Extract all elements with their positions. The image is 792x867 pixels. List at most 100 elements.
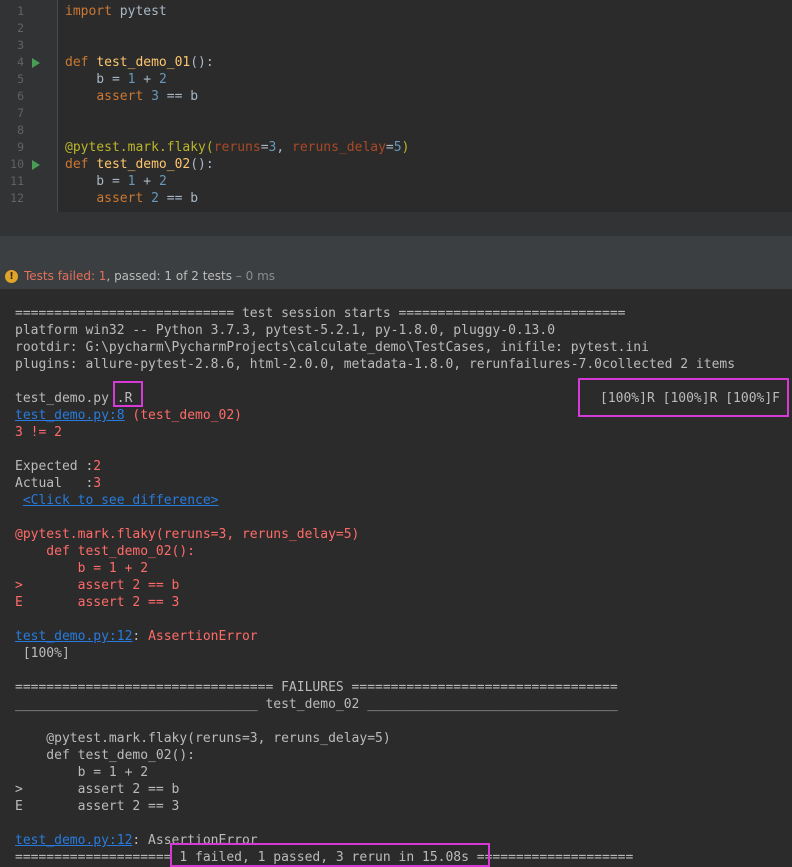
code-token: reruns_delay — [292, 140, 386, 155]
console-text: E assert 2 == 3 — [15, 595, 180, 610]
code-text: b = 1 + 2 — [65, 173, 167, 190]
console-text: b = 1 + 2 — [15, 765, 149, 780]
console-line: <Click to see difference> — [15, 492, 219, 509]
line-number: 10 — [10, 157, 24, 171]
console-line: plugins: allure-pytest-2.8.6, html-2.0.0… — [15, 356, 735, 373]
console-line: 3 != 2 — [15, 424, 62, 441]
line-number: 4 — [17, 55, 24, 69]
code-line[interactable]: 8 — [0, 122, 792, 139]
console-line: rootdir: G:\pycharm\PycharmProjects\calc… — [15, 339, 649, 356]
code-token: @pytest.mark.flaky( — [65, 140, 214, 155]
code-text: import pytest — [65, 3, 167, 20]
console-line: E assert 2 == 3 — [15, 798, 179, 815]
code-line[interactable]: 7 — [0, 105, 792, 122]
code-line[interactable]: 12 assert 2 == b — [0, 190, 792, 207]
console-line: @pytest.mark.flaky(reruns=3, reruns_dela… — [15, 730, 390, 747]
code-line[interactable]: 2 — [0, 20, 792, 37]
code-token: == b — [158, 191, 199, 206]
code-token: + — [135, 72, 159, 87]
console-link[interactable]: test_demo.py:12 — [15, 833, 132, 848]
editor-bottom-band — [0, 212, 792, 236]
code-line[interactable]: 6 assert 3 == b — [0, 88, 792, 105]
console-line: Expected :2 — [15, 458, 101, 475]
line-number: 5 — [17, 72, 24, 86]
console-text: rootdir: G:\pycharm\PycharmProjects\calc… — [15, 340, 649, 355]
code-text: b = 1 + 2 — [65, 71, 167, 88]
code-line[interactable]: 5 b = 1 + 2 — [0, 71, 792, 88]
console-text: def test_demo_02(): — [15, 544, 196, 559]
console-line: b = 1 + 2 — [15, 560, 148, 577]
console-line: _______________________________ test_dem… — [15, 696, 618, 713]
code-token: == b — [158, 89, 199, 104]
console-text: 2 — [93, 459, 102, 474]
code-token: b = — [65, 174, 128, 189]
code-text: @pytest.mark.flaky(reruns=3, reruns_dela… — [65, 139, 409, 156]
console-text: > assert 2 == b — [15, 782, 180, 797]
console-text: plugins: allure-pytest-2.8.6, html-2.0.0… — [15, 357, 736, 372]
console-link[interactable]: <Click to see difference> — [23, 493, 219, 508]
code-text: def test_demo_01(): — [65, 54, 214, 71]
test-status-bar: ! Tests failed: 1, passed: 1 of 2 tests … — [0, 264, 792, 290]
tests-failed-label: Tests failed: 1 — [24, 269, 107, 283]
warning-icon: ! — [5, 270, 18, 283]
line-number: 1 — [17, 4, 24, 18]
console-text: : — [132, 629, 149, 644]
code-token: 2 — [158, 174, 167, 189]
code-line[interactable]: 4 def test_demo_01(): — [0, 54, 792, 71]
console-line: ================================= FAILUR… — [15, 679, 618, 696]
line-number: 11 — [10, 174, 24, 188]
console-text: (test_demo_02) — [124, 408, 242, 423]
console-text: [100%] — [15, 646, 70, 661]
code-line[interactable]: 10 def test_demo_02(): — [0, 156, 792, 173]
console-link[interactable]: test_demo.py:12 — [15, 629, 132, 644]
line-number: 8 — [17, 123, 24, 137]
console-text: 3 — [93, 476, 102, 491]
code-line[interactable]: 1 import pytest — [0, 3, 792, 20]
code-text: def test_demo_02(): — [65, 156, 214, 173]
code-token: (): — [190, 55, 214, 70]
console-line: def test_demo_02(): — [15, 747, 195, 764]
console-text: ================================= FAILUR… — [15, 680, 618, 695]
console-text: > assert 2 == b — [15, 578, 180, 593]
panel-splitter[interactable] — [0, 236, 792, 265]
console-text: 3 != 2 — [15, 425, 62, 440]
code-token: 2 — [151, 191, 159, 206]
run-test-icon[interactable] — [32, 58, 40, 68]
tests-passed-label: , passed: 1 — [106, 269, 173, 283]
code-token: 5 — [393, 140, 402, 155]
tests-duration-label: – 0 ms — [232, 269, 276, 283]
line-number: 9 — [17, 140, 24, 154]
highlight-box-progress — [113, 381, 143, 407]
code-token: b = — [65, 72, 128, 87]
highlight-box-summary — [170, 843, 490, 867]
console-line: b = 1 + 2 — [15, 764, 148, 781]
console-text: b = 1 + 2 — [15, 561, 149, 576]
console-line: E assert 2 == 3 — [15, 594, 179, 611]
console-line: [100%] — [15, 645, 70, 662]
console-line: ============================ test sessio… — [15, 305, 625, 322]
console-line: Actual :3 — [15, 475, 101, 492]
line-number: 2 — [17, 21, 24, 35]
code-token: 2 — [158, 72, 167, 87]
console-link[interactable]: test_demo.py:8 — [15, 408, 125, 423]
console-text: Expected : — [15, 459, 94, 474]
run-console[interactable]: ============================ test sessio… — [0, 290, 792, 867]
code-text: assert 2 == b — [65, 190, 198, 207]
code-token: assert — [96, 89, 144, 104]
code-token: 3 — [151, 89, 159, 104]
code-line[interactable]: 3 — [0, 37, 792, 54]
line-number: 7 — [17, 106, 24, 120]
code-token: reruns — [213, 140, 261, 155]
code-editor[interactable]: 1 import pytest 2 3 4 def test_demo_01(): 5 b … — [0, 0, 792, 212]
code-line[interactable]: 9 @pytest.mark.flaky(reruns=3, reruns_del… — [0, 139, 792, 156]
code-line[interactable]: 11 b = 1 + 2 — [0, 173, 792, 190]
line-number: 12 — [10, 191, 24, 205]
code-token: assert — [96, 191, 144, 206]
highlight-box-rerun-results — [578, 378, 789, 417]
console-line: test_demo.py:12: AssertionError — [15, 628, 258, 645]
line-number: 3 — [17, 38, 24, 52]
run-test-icon[interactable] — [32, 160, 40, 170]
code-token: def — [65, 157, 89, 172]
